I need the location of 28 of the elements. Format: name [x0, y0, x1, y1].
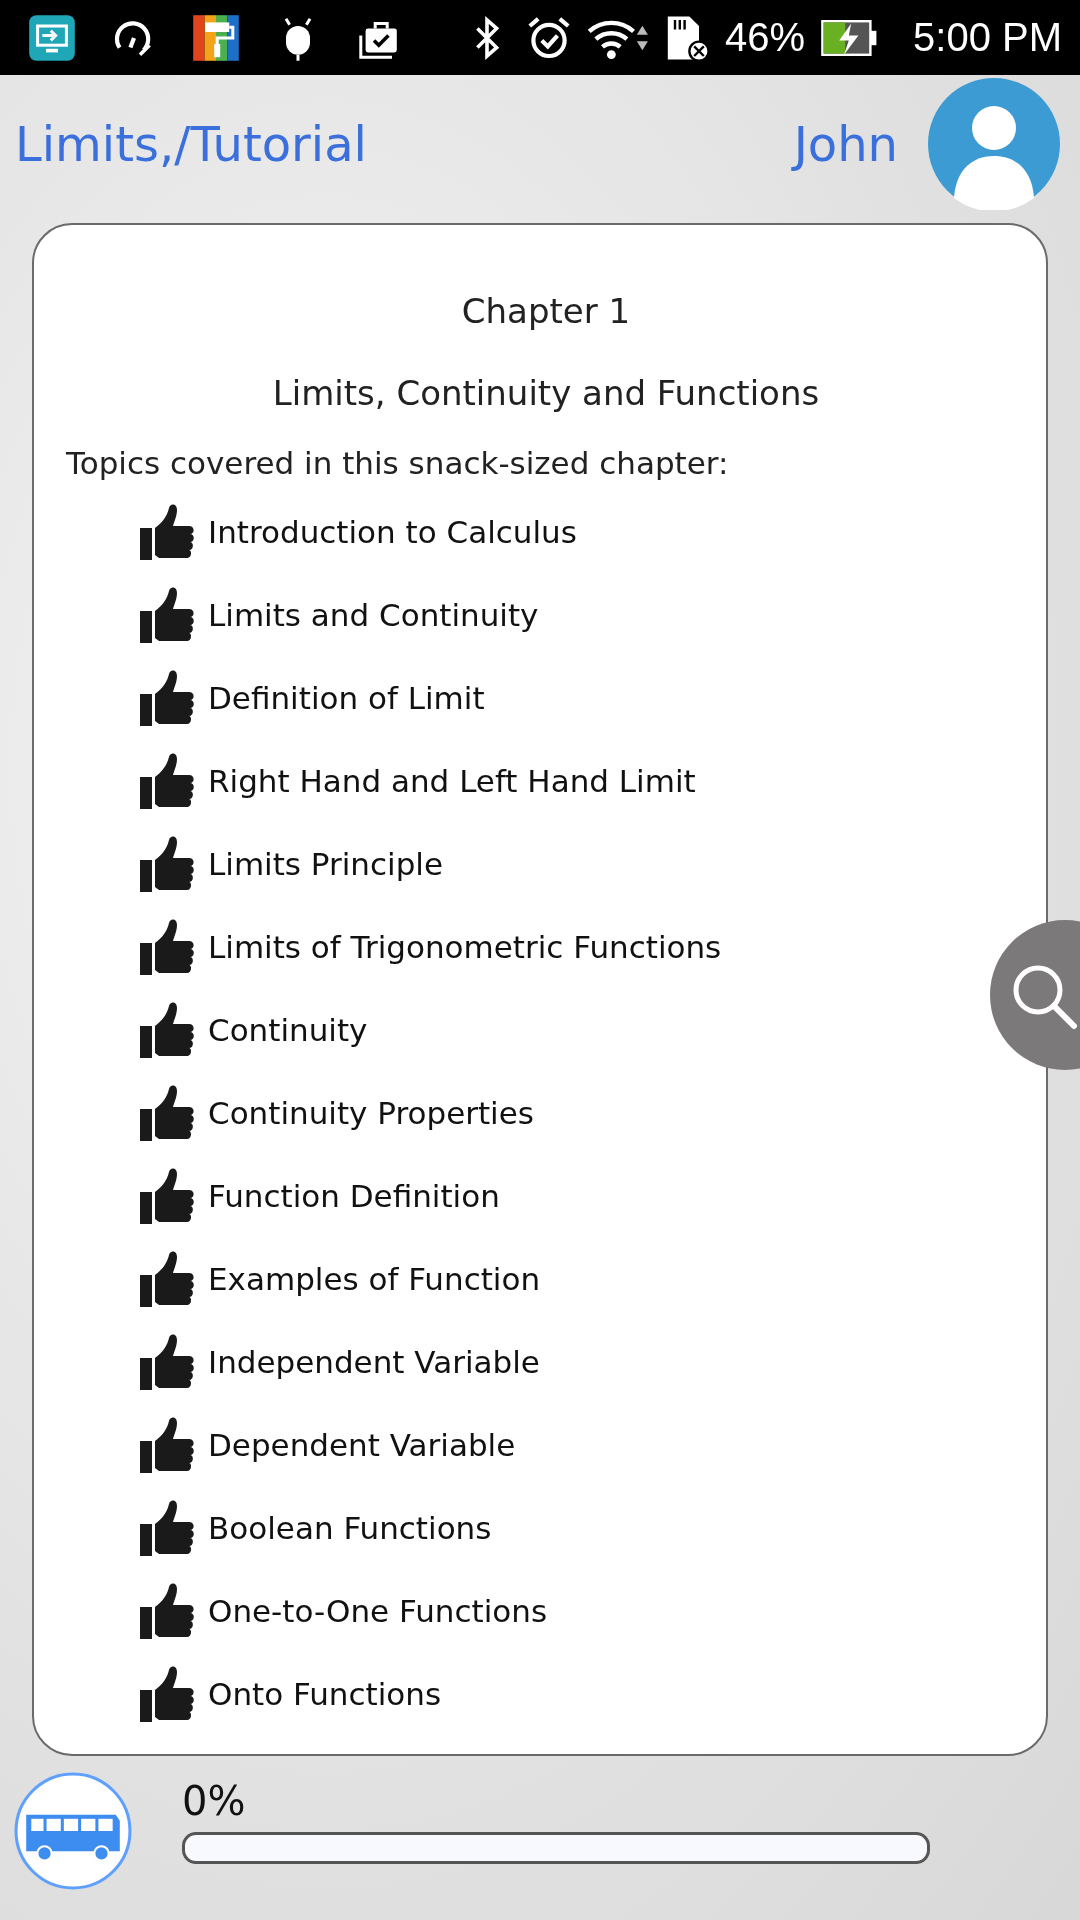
user-name: John [793, 116, 898, 172]
bus-icon[interactable] [14, 1772, 132, 1890]
paint-roller-app-icon [192, 13, 240, 62]
topic-item: Right Hand and Left Hand Limit [208, 763, 696, 799]
topic-item: Dependent Variable [208, 1427, 516, 1463]
topic-item: Independent Variable [208, 1344, 540, 1380]
progress-percentage: 0% [182, 1778, 247, 1824]
topic-item: Examples of Function [208, 1261, 541, 1297]
topic-item: Onto Functions [208, 1676, 442, 1712]
battery-percentage: 46% [724, 15, 806, 60]
topic-item: Continuity [208, 1012, 368, 1048]
topic-item: Definition of Limit [208, 680, 485, 716]
chapter-number: Chapter 1 [460, 291, 632, 331]
topic-item: Continuity Properties [208, 1095, 534, 1131]
topic-item: Boolean Functions [208, 1510, 492, 1546]
topic-item: One-to-One Functions [208, 1593, 548, 1629]
topics-intro: Topics covered in this snack-sized chapter: [66, 445, 730, 481]
topic-item: Introduction to Calculus [208, 514, 577, 550]
chapter-title: Limits, Continuity and Functions [271, 373, 821, 413]
topic-item: Limits and Continuity [208, 597, 539, 633]
page-title: Limits,/Tutorial [15, 116, 367, 172]
search-button[interactable] [990, 920, 1080, 1070]
monitor-app-icon [28, 13, 76, 62]
topic-item: Limits Principle [208, 846, 444, 882]
avatar-icon[interactable] [928, 78, 1060, 210]
topic-item: Limits of Trigonometric Functions [208, 929, 722, 965]
topic-item: Function Definition [208, 1178, 500, 1214]
clock-time: 5:00 PM [913, 15, 1062, 60]
